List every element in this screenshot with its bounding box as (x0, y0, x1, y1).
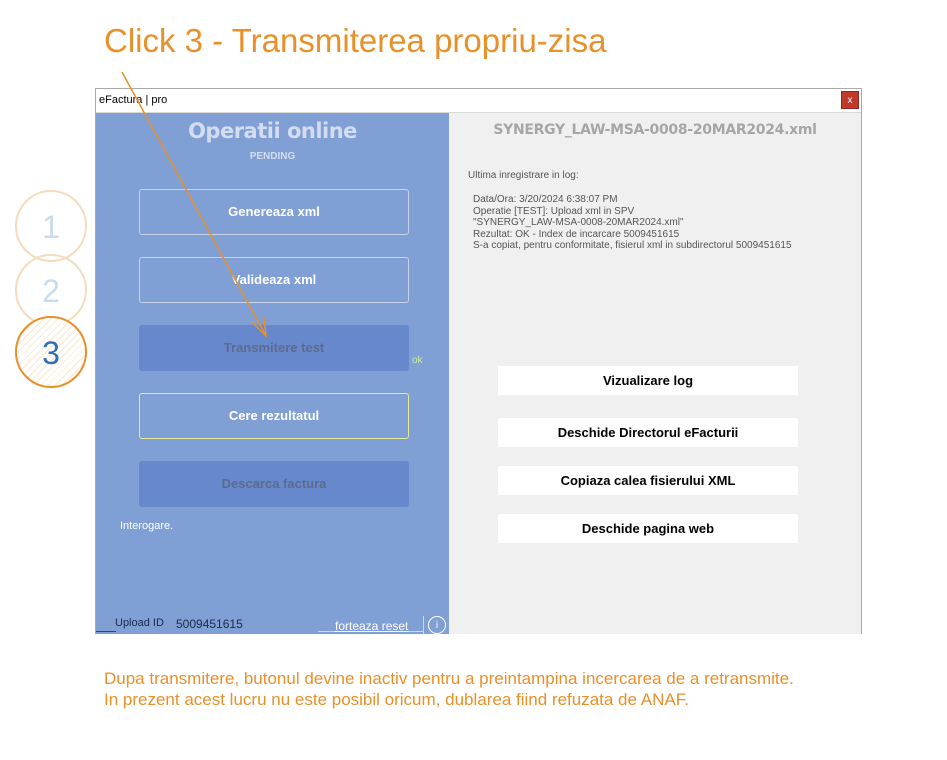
efactura-window: eFactura | pro x Operatii online PENDING… (95, 88, 862, 634)
xml-file-name: SYNERGY_LAW-MSA-0008-20MAR2024.xml (493, 122, 817, 138)
open-invoice-folder-button[interactable]: Deschide Directorul eFacturii (498, 418, 798, 447)
view-log-button[interactable]: Vizualizare log (498, 366, 798, 395)
log-line: Rezultat: OK - Index de incarcare 500945… (473, 228, 680, 240)
genereaza-xml-button[interactable]: Genereaza xml (139, 189, 409, 235)
operation-status: PENDING (249, 151, 296, 162)
log-line: Operatie [TEST]: Upload xml in SPV (473, 205, 635, 217)
log-label: Ultima inregistrare in log: (468, 170, 579, 181)
transmitere-test-button[interactable]: Transmitere test (139, 325, 409, 371)
force-reset-link[interactable]: forteaza reset (335, 619, 408, 633)
cere-rezultatul-button[interactable]: Cere rezultatul (139, 393, 409, 439)
log-line: Data/Ora: 3/20/2024 6:38:07 PM (473, 194, 618, 205)
footer-separator (423, 616, 424, 634)
details-panel: SYNERGY_LAW-MSA-0008-20MAR2024.xml Ultim… (449, 113, 861, 634)
upload-id-value: 5009451615 (176, 617, 243, 631)
open-web-page-button[interactable]: Deschide pagina web (498, 514, 798, 543)
online-operations-panel: Operatii online PENDING Genereaza xml Va… (96, 113, 449, 634)
window-titlebar: eFactura | pro x (96, 89, 861, 113)
descarca-factura-button[interactable]: Descarca factura (139, 461, 409, 507)
footer-note: Dupa transmitere, butonul devine inactiv… (104, 668, 794, 710)
transmit-ok-mark: ok (412, 355, 423, 366)
operations-title: Operatii online (188, 119, 357, 143)
info-icon[interactable]: i (428, 616, 446, 634)
step-3-circle: 3 (15, 316, 87, 388)
log-line: "SYNERGY_LAW-MSA-0008-20MAR2024.xml" (473, 217, 684, 228)
close-button[interactable]: x (841, 91, 859, 109)
log-line: S-a copiat, pentru conformitate, fisieru… (473, 240, 792, 251)
step-1-circle: 1 (15, 190, 87, 262)
log-entry: Data/Ora: 3/20/2024 6:38:07 PM Operatie [… (473, 194, 792, 252)
window-title: eFactura | pro (99, 94, 168, 106)
footer-line-2: In prezent acest lucru nu este posibil o… (104, 690, 689, 709)
footer-line-1: Dupa transmitere, butonul devine inactiv… (104, 669, 794, 688)
upload-id-underline (96, 631, 116, 632)
query-status-text: Interogare. (120, 520, 174, 532)
copy-xml-path-button[interactable]: Copiaza calea fisierului XML (498, 466, 798, 495)
upload-id-label: Upload ID (115, 617, 164, 629)
page-heading: Click 3 - Transmiterea propriu-zisa (104, 22, 607, 59)
valideaza-xml-button[interactable]: Valideaza xml (139, 257, 409, 303)
